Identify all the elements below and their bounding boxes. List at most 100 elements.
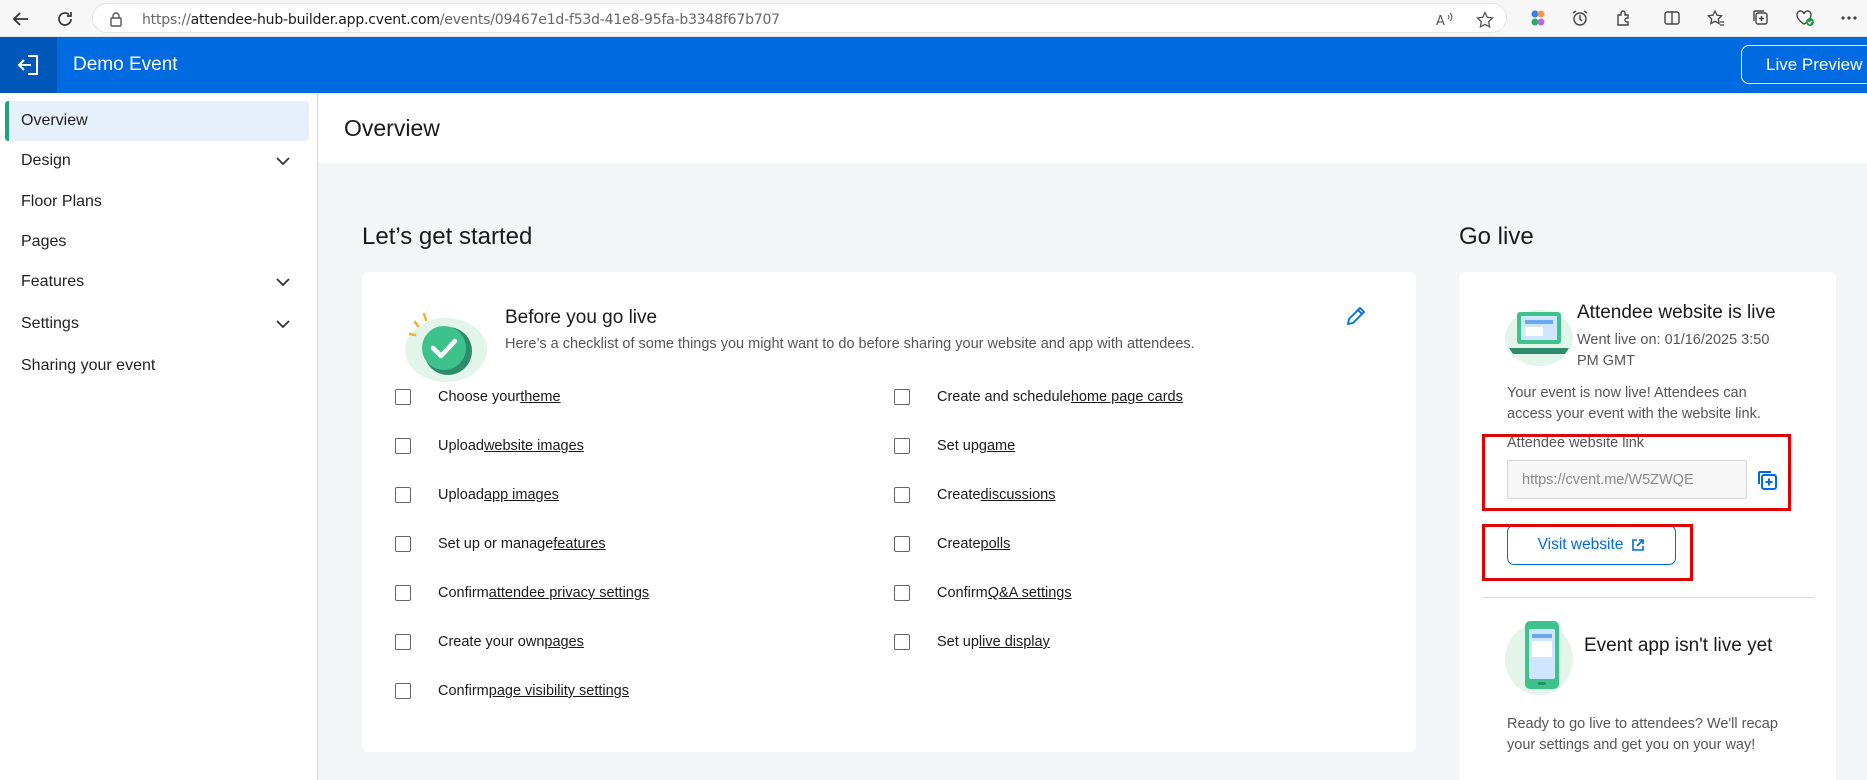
checkbox[interactable] <box>395 389 411 405</box>
checklist-item[interactable]: Choose your theme <box>395 385 561 409</box>
checklist-item[interactable]: Confirm page visibility settings <box>395 679 629 703</box>
laptop-icon <box>1505 310 1573 366</box>
chevron-down-icon <box>275 153 291 174</box>
checklist-item-text: Set up or manage <box>438 536 554 552</box>
checklist-link[interactable]: discussions <box>981 487 1056 503</box>
sidebar-item-pages[interactable]: Pages <box>5 222 309 262</box>
checklist-item[interactable]: Create and schedule home page cards <box>894 385 1183 409</box>
page-title: Overview <box>344 115 440 141</box>
page-header: Overview <box>318 93 1867 163</box>
sidebar-item-overview[interactable]: Overview <box>5 101 309 141</box>
checklist-link[interactable]: attendee privacy settings <box>489 585 649 601</box>
url-text: https://attendee-hub-builder.app.cvent.c… <box>142 12 780 28</box>
checklist-item-text: Create and schedule <box>937 389 1071 405</box>
app-status-title: Event app isn't live yet <box>1584 635 1773 656</box>
checklist-link[interactable]: features <box>553 536 605 552</box>
checkbox[interactable] <box>395 487 411 503</box>
checklist-link[interactable]: live display <box>979 634 1050 650</box>
exit-button[interactable] <box>0 37 57 93</box>
checkbox[interactable] <box>395 634 411 650</box>
checklist-item-text: Upload <box>438 487 484 503</box>
checklist-item-text: Confirm <box>438 683 489 699</box>
go-live-heading: Go live <box>1459 223 1534 250</box>
checklist-item[interactable]: Confirm attendee privacy settings <box>395 581 649 605</box>
favorites-icon[interactable] <box>1705 7 1727 29</box>
copilot-icon[interactable] <box>1527 7 1549 29</box>
checklist-complete-icon <box>405 312 487 382</box>
extensions-icon[interactable] <box>1613 7 1635 29</box>
checklist-item[interactable]: Create discussions <box>894 483 1055 507</box>
svg-text:A: A <box>1436 14 1445 28</box>
checklist-item[interactable]: Set up game <box>894 434 1015 458</box>
checklist-item-text: Upload <box>438 438 484 454</box>
split-screen-icon[interactable] <box>1661 7 1683 29</box>
checklist-link[interactable]: app images <box>484 487 559 503</box>
checklist-link[interactable]: Q&A settings <box>988 585 1072 601</box>
checklist-item-text: Confirm <box>438 585 489 601</box>
sidebar-item-design[interactable]: Design <box>5 141 309 181</box>
checklist-card: Before you go live Here’s a checklist of… <box>362 272 1416 752</box>
sidebar-item-features[interactable]: Features <box>5 262 309 302</box>
refresh-icon[interactable] <box>52 6 78 32</box>
browser-toolbar: https://attendee-hub-builder.app.cvent.c… <box>0 0 1867 37</box>
edit-pencil-icon[interactable] <box>1345 305 1367 332</box>
checklist-item-text: Create <box>937 536 981 552</box>
browser-essentials-icon[interactable] <box>1794 7 1816 29</box>
alarm-icon[interactable] <box>1569 7 1591 29</box>
website-status-title: Attendee website is live <box>1577 302 1776 323</box>
sidebar-item-label: Sharing your event <box>21 357 156 374</box>
sidebar-item-sharing[interactable]: Sharing your event <box>5 346 309 386</box>
exit-icon <box>17 55 38 75</box>
checklist-link[interactable]: polls <box>981 536 1011 552</box>
checklist-description: Here’s a checklist of some things you mi… <box>505 336 1195 352</box>
checklist-link[interactable]: pages <box>544 634 584 650</box>
chevron-down-icon <box>275 274 291 295</box>
divider <box>1483 597 1814 598</box>
checklist-link[interactable]: game <box>979 438 1015 454</box>
checkbox[interactable] <box>395 585 411 601</box>
highlight-box <box>1482 434 1791 511</box>
sidebar-item-settings[interactable]: Settings <box>5 304 309 344</box>
checklist-item[interactable]: Set up live display <box>894 630 1050 654</box>
checklist-item-text: Create <box>937 487 981 503</box>
checklist-link[interactable]: website images <box>484 438 584 454</box>
checkbox[interactable] <box>894 585 910 601</box>
checklist-item[interactable]: Confirm Q&A settings <box>894 581 1072 605</box>
get-started-heading: Let’s get started <box>362 223 533 250</box>
checklist-link[interactable]: page visibility settings <box>489 683 629 699</box>
checklist-link[interactable]: theme <box>520 389 560 405</box>
live-preview-button[interactable]: Live Preview <box>1741 45 1867 84</box>
checkbox[interactable] <box>894 438 910 454</box>
checklist-item-text: Choose your <box>438 389 521 405</box>
checkbox[interactable] <box>894 536 910 552</box>
phone-icon <box>1505 621 1573 695</box>
back-arrow-icon[interactable] <box>8 6 34 32</box>
checklist-link[interactable]: home page cards <box>1071 389 1183 405</box>
checklist-item[interactable]: Upload app images <box>395 483 559 507</box>
checkbox[interactable] <box>395 683 411 699</box>
checklist-item[interactable]: Create polls <box>894 532 1010 556</box>
checklist-item[interactable]: Create your own pages <box>395 630 584 654</box>
more-menu-icon[interactable] <box>1838 7 1860 29</box>
checkbox[interactable] <box>894 487 910 503</box>
checkbox[interactable] <box>395 536 411 552</box>
read-aloud-icon[interactable]: A <box>1435 10 1455 30</box>
checkbox[interactable] <box>894 634 910 650</box>
sidebar-item-floor-plans[interactable]: Floor Plans <box>5 182 309 222</box>
checkbox[interactable] <box>894 389 910 405</box>
checklist-item[interactable]: Upload website images <box>395 434 584 458</box>
checklist-item-text: Set up <box>937 438 979 454</box>
favorite-star-icon[interactable] <box>1475 10 1495 30</box>
went-live-timestamp: Went live on: 01/16/2025 3:50 PM GMT <box>1577 332 1770 369</box>
address-bar[interactable]: https://attendee-hub-builder.app.cvent.c… <box>92 3 1507 33</box>
event-title: Demo Event <box>73 54 178 75</box>
checklist-item[interactable]: Set up or manage features <box>395 532 606 556</box>
checklist-item-text: Confirm <box>937 585 988 601</box>
checkbox[interactable] <box>395 438 411 454</box>
sidebar-item-label: Features <box>21 273 85 290</box>
collections-icon[interactable] <box>1750 7 1772 29</box>
app-live-message: Ready to go live to attendees? We'll rec… <box>1507 716 1778 753</box>
checklist-title: Before you go live <box>505 307 658 328</box>
app-header: Demo Event Live Preview <box>0 37 1867 93</box>
sidebar-item-label: Overview <box>21 112 88 129</box>
